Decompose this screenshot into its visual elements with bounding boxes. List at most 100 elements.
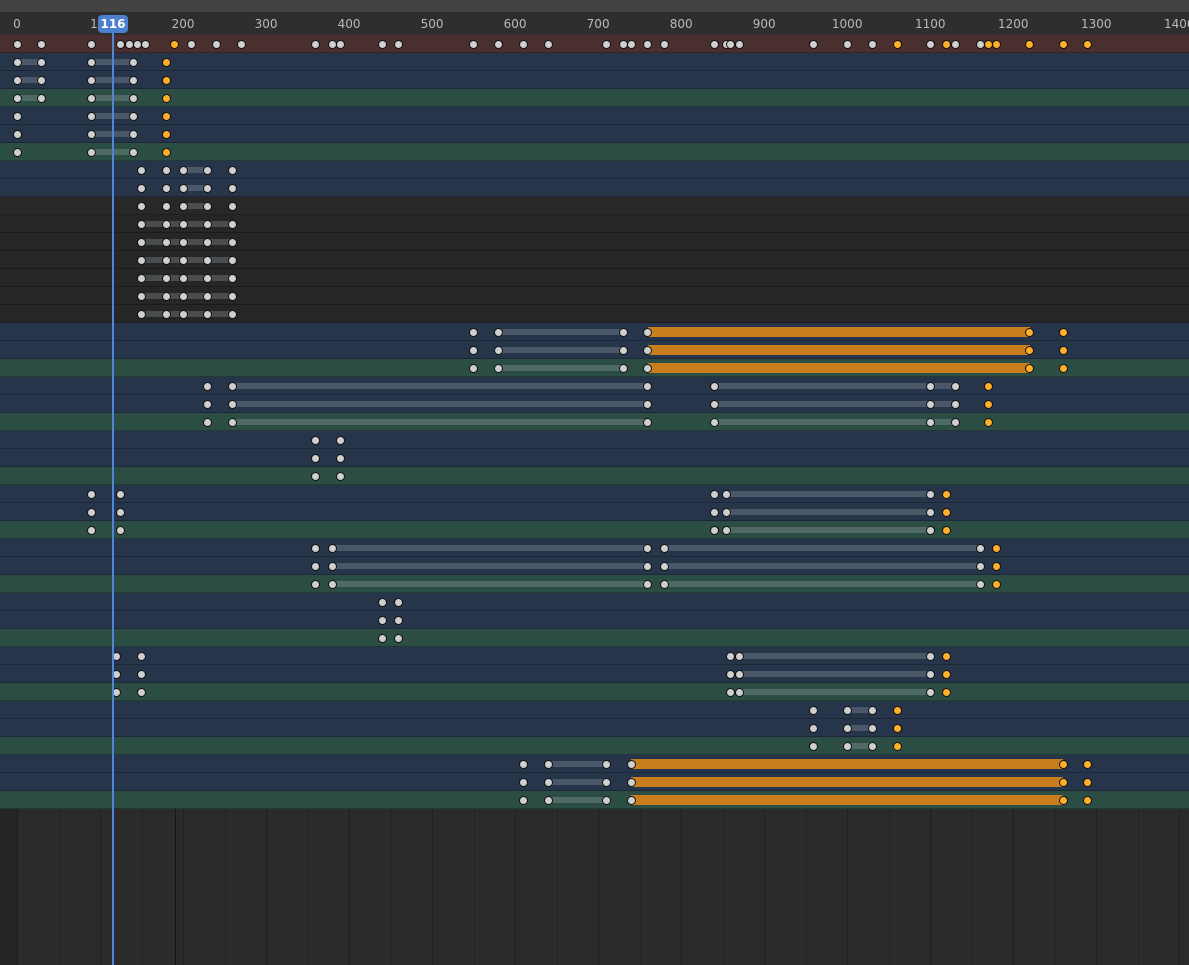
keyframe[interactable] <box>709 399 719 409</box>
keyframe[interactable] <box>161 219 171 229</box>
keyframe[interactable] <box>660 39 670 49</box>
selected-hold-bar[interactable] <box>631 759 1064 769</box>
hold-bar[interactable] <box>714 419 931 425</box>
keyframe[interactable] <box>87 75 97 85</box>
channel-row[interactable] <box>0 323 1189 341</box>
keyframe[interactable] <box>734 39 744 49</box>
selected-keyframe[interactable] <box>892 741 902 751</box>
keyframe[interactable] <box>37 39 47 49</box>
keyframe[interactable] <box>394 39 404 49</box>
keyframe[interactable] <box>626 777 636 787</box>
channel-row[interactable] <box>0 449 1189 467</box>
keyframe[interactable] <box>494 327 504 337</box>
keyframe[interactable] <box>311 579 321 589</box>
hold-bar[interactable] <box>726 527 931 533</box>
keyframe[interactable] <box>469 363 479 373</box>
keyframe[interactable] <box>950 417 960 427</box>
keyframe[interactable] <box>137 183 147 193</box>
channel-row[interactable] <box>0 341 1189 359</box>
selected-keyframe[interactable] <box>1083 795 1093 805</box>
channel-row[interactable] <box>0 665 1189 683</box>
keyframe[interactable] <box>137 237 147 247</box>
keyframe[interactable] <box>336 435 346 445</box>
keyframe[interactable] <box>925 489 935 499</box>
selected-keyframe[interactable] <box>942 39 952 49</box>
keyframe[interactable] <box>228 219 238 229</box>
keyframe[interactable] <box>12 111 22 121</box>
channel-row[interactable] <box>0 503 1189 521</box>
keyframe[interactable] <box>925 507 935 517</box>
hold-bar[interactable] <box>232 383 648 389</box>
keyframe[interactable] <box>161 165 171 175</box>
keyframe[interactable] <box>211 39 221 49</box>
keyframe[interactable] <box>618 327 628 337</box>
selected-keyframe[interactable] <box>942 651 952 661</box>
hold-bar[interactable] <box>664 581 981 587</box>
channel-row[interactable] <box>0 539 1189 557</box>
selected-keyframe[interactable] <box>1058 795 1068 805</box>
keyframe[interactable] <box>128 129 138 139</box>
keyframe[interactable] <box>377 39 387 49</box>
keyframe[interactable] <box>709 39 719 49</box>
keyframe[interactable] <box>867 39 877 49</box>
keyframe[interactable] <box>643 381 653 391</box>
keyframe[interactable] <box>975 561 985 571</box>
keyframe[interactable] <box>327 543 337 553</box>
selected-keyframe[interactable] <box>983 381 993 391</box>
keyframe[interactable] <box>660 579 670 589</box>
keyframe[interactable] <box>709 489 719 499</box>
channel-row[interactable] <box>0 431 1189 449</box>
keyframe[interactable] <box>809 723 819 733</box>
keyframe[interactable] <box>116 525 126 535</box>
selected-hold-bar[interactable] <box>631 777 1064 787</box>
hold-bar[interactable] <box>332 581 648 587</box>
keyframe[interactable] <box>394 633 404 643</box>
keyframe[interactable] <box>87 147 97 157</box>
hold-bar[interactable] <box>726 509 931 515</box>
keyframe[interactable] <box>203 183 213 193</box>
keyframe[interactable] <box>178 273 188 283</box>
keyframe[interactable] <box>178 255 188 265</box>
keyframe[interactable] <box>518 777 528 787</box>
keyframe[interactable] <box>394 597 404 607</box>
keyframe[interactable] <box>203 381 213 391</box>
keyframe[interactable] <box>518 759 528 769</box>
selected-hold-bar[interactable] <box>647 345 1030 355</box>
keyframe[interactable] <box>643 363 653 373</box>
selected-keyframe[interactable] <box>1083 777 1093 787</box>
keyframe[interactable] <box>643 561 653 571</box>
keyframe[interactable] <box>116 489 126 499</box>
channel-row[interactable] <box>0 53 1189 71</box>
keyframe[interactable] <box>311 39 321 49</box>
keyframe[interactable] <box>925 417 935 427</box>
keyframe[interactable] <box>228 255 238 265</box>
keyframe[interactable] <box>228 201 238 211</box>
keyframe[interactable] <box>626 759 636 769</box>
keyframe[interactable] <box>128 147 138 157</box>
channel-row[interactable] <box>0 233 1189 251</box>
keyframe[interactable] <box>925 669 935 679</box>
keyframe[interactable] <box>601 777 611 787</box>
keyframe[interactable] <box>87 57 97 67</box>
selected-keyframe[interactable] <box>942 507 952 517</box>
keyframe[interactable] <box>228 165 238 175</box>
keyframe[interactable] <box>203 201 213 211</box>
hold-bar[interactable] <box>548 761 607 767</box>
keyframe[interactable] <box>709 525 719 535</box>
frame-ruler[interactable]: 0 1 200 300 400 500 600 700 800 900 1000 1100 1200 13… <box>0 12 1189 36</box>
keyframe[interactable] <box>311 543 321 553</box>
channel-row[interactable] <box>0 89 1189 107</box>
selected-keyframe[interactable] <box>892 39 902 49</box>
hold-bar[interactable] <box>714 383 931 389</box>
keyframe[interactable] <box>161 237 171 247</box>
keyframe[interactable] <box>518 39 528 49</box>
keyframe[interactable] <box>203 237 213 247</box>
hold-bar[interactable] <box>726 491 931 497</box>
selected-keyframe[interactable] <box>161 111 171 121</box>
keyframe[interactable] <box>178 165 188 175</box>
keyframe[interactable] <box>809 705 819 715</box>
keyframe[interactable] <box>377 633 387 643</box>
keyframe[interactable] <box>377 615 387 625</box>
keyframe[interactable] <box>203 417 213 427</box>
keyframe[interactable] <box>161 309 171 319</box>
